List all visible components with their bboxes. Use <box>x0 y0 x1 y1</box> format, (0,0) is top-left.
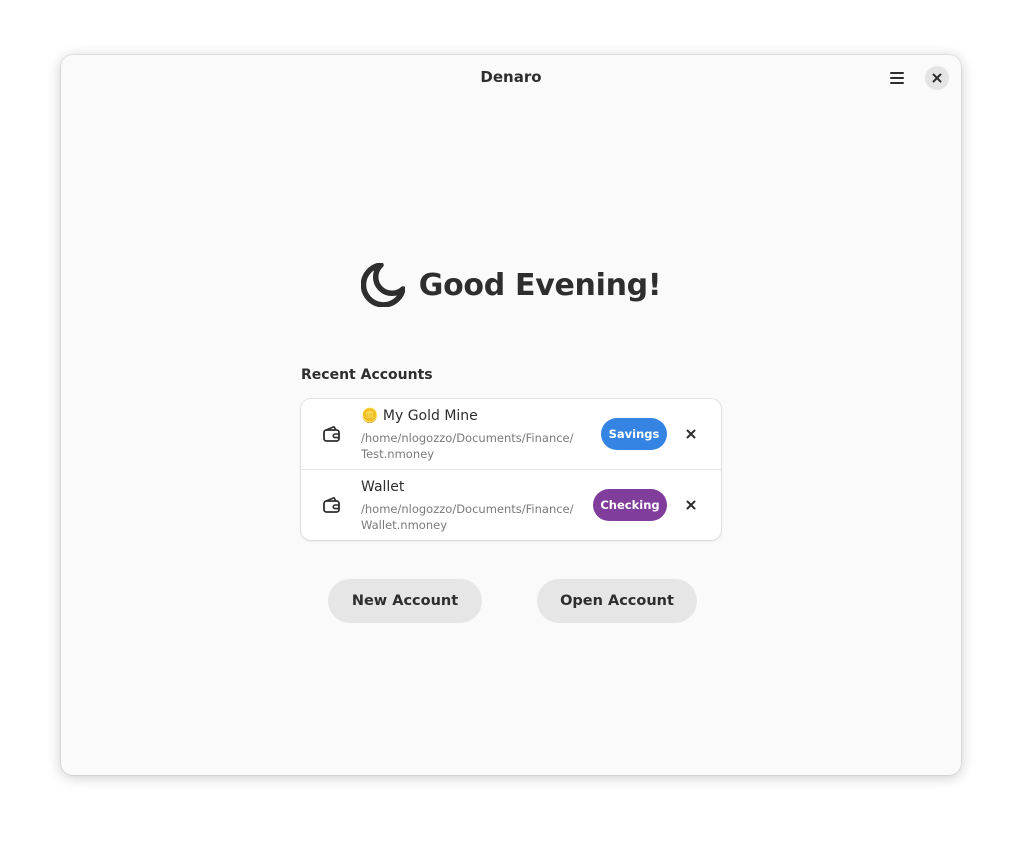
recent-accounts-title: Recent Accounts <box>301 367 433 383</box>
hamburger-menu-icon <box>890 72 904 84</box>
account-path-line1: /home/nlogozzo/Documents/Finance/ <box>361 431 574 445</box>
account-path-line2: Test.nmoney <box>361 447 434 461</box>
close-window-button[interactable] <box>925 66 949 90</box>
wallet-icon <box>323 497 340 513</box>
new-account-button[interactable]: New Account <box>328 579 482 623</box>
account-path: /home/nlogozzo/Documents/Finance/ Wallet… <box>361 501 581 533</box>
moon-icon <box>360 263 405 307</box>
account-path-line2: Wallet.nmoney <box>361 518 448 532</box>
account-path-line1: /home/nlogozzo/Documents/Finance/ <box>361 502 574 516</box>
greeting-text: Good Evening! <box>418 267 662 303</box>
close-icon <box>686 429 696 439</box>
remove-recent-account-button[interactable] <box>681 495 701 515</box>
wallet-icon <box>323 426 340 442</box>
greeting: Good Evening! <box>61 263 961 307</box>
recent-accounts-list: 🪙 My Gold Mine /home/nlogozzo/Documents/… <box>301 399 721 540</box>
account-type-badge: Checking <box>593 489 667 521</box>
account-name: Wallet <box>361 479 405 495</box>
recent-account-row[interactable]: Wallet /home/nlogozzo/Documents/Finance/… <box>301 469 721 540</box>
remove-recent-account-button[interactable] <box>681 424 701 444</box>
close-icon <box>686 500 696 510</box>
app-window: Denaro Good Evening! Recent Accounts 🪙 M… <box>61 55 961 775</box>
recent-account-row[interactable]: 🪙 My Gold Mine /home/nlogozzo/Documents/… <box>301 399 721 469</box>
header-bar: Denaro <box>61 55 961 101</box>
account-name: 🪙 My Gold Mine <box>361 408 478 424</box>
close-icon <box>932 73 942 83</box>
window-title: Denaro <box>480 68 542 86</box>
account-path: /home/nlogozzo/Documents/Finance/ Test.n… <box>361 430 581 462</box>
account-type-badge: Savings <box>601 418 667 450</box>
main-menu-button[interactable] <box>883 65 911 91</box>
open-account-button[interactable]: Open Account <box>537 579 697 623</box>
